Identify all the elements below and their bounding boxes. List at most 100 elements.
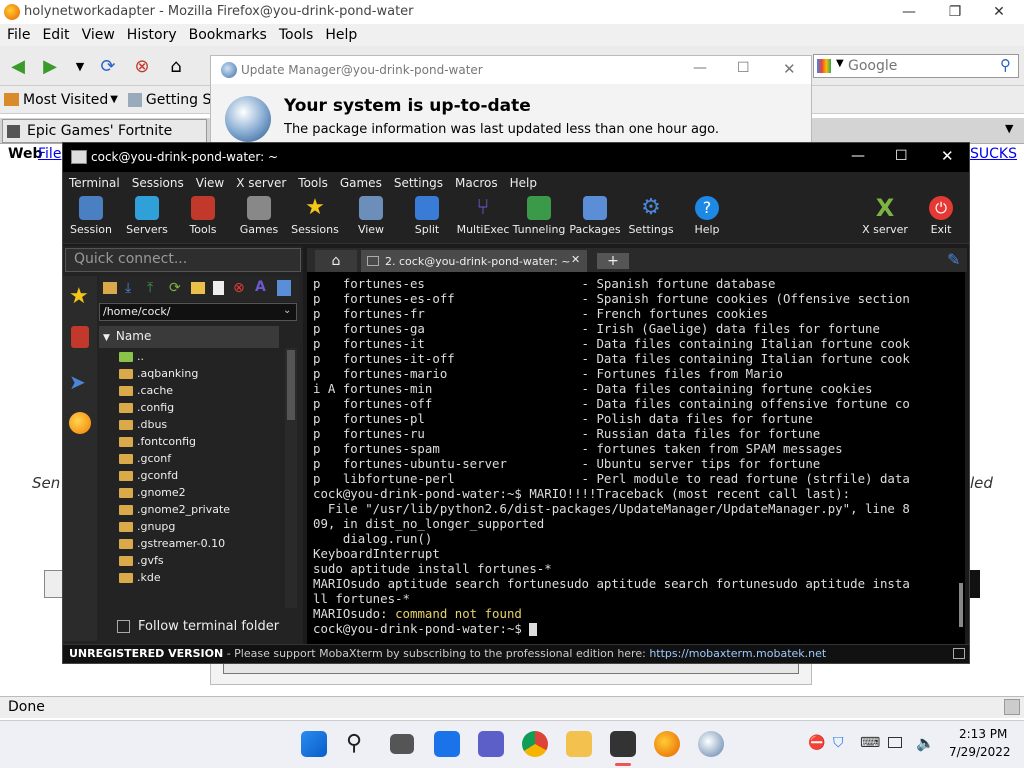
new-folder-icon[interactable] — [191, 282, 205, 294]
close-icon[interactable]: ✕ — [941, 147, 954, 165]
rename-icon[interactable]: A — [255, 279, 266, 295]
menu-edit[interactable]: Edit — [42, 27, 69, 43]
tool-games-button[interactable]: Games — [231, 196, 287, 242]
widgets-icon[interactable] — [434, 731, 460, 757]
close-icon[interactable]: ✕ — [976, 0, 1022, 24]
tab-epic-games[interactable]: Epic Games' Fortnite — [2, 119, 207, 143]
tool-servers-button[interactable]: Servers — [119, 196, 175, 242]
search-icon[interactable]: ⚲ — [1000, 56, 1011, 74]
maximize-icon[interactable]: ☐ — [895, 148, 908, 164]
mobatek-link[interactable]: https://mobaxterm.mobatek.net — [649, 647, 826, 660]
bookmark-most-visited[interactable]: Most Visited ▼ — [4, 92, 118, 108]
tool-help-button[interactable]: ? Help — [679, 196, 735, 242]
file-list-item[interactable]: .kde — [99, 569, 281, 586]
file-list-item[interactable]: .config — [99, 399, 281, 416]
sessions-star-icon[interactable]: ★ — [69, 284, 89, 309]
search-input[interactable] — [848, 56, 994, 76]
menu-view[interactable]: View — [82, 27, 115, 43]
tool-split-button[interactable]: Split — [399, 196, 455, 242]
tool-sessions-button[interactable]: ★ Sessions — [287, 196, 343, 242]
terminal-tab[interactable]: 2. cock@you-drink-pond-water: ~ ✕ — [361, 250, 587, 272]
tool-packages-button[interactable]: Packages — [567, 196, 623, 242]
search-box[interactable]: ▼ ⚲ — [813, 54, 1019, 78]
file-list-item[interactable]: .gnome2_private — [99, 501, 281, 518]
tool-exit-button[interactable]: ⏻ Exit — [913, 196, 969, 242]
menu-tools[interactable]: Tools — [279, 27, 314, 43]
tab-list-icon[interactable]: ▼ — [1005, 122, 1013, 135]
menu-bookmarks[interactable]: Bookmarks — [189, 27, 267, 43]
menu-games[interactable]: Games — [340, 176, 382, 190]
menu-history[interactable]: History — [127, 27, 177, 43]
file-list-item[interactable]: .gstreamer-0.10 — [99, 535, 281, 552]
tool-multiexec-button[interactable]: ⑂ MultiExec — [455, 196, 511, 242]
home-tab[interactable]: ⌂ — [315, 250, 357, 272]
tab-close-icon[interactable]: ✕ — [571, 253, 580, 266]
menu-x-server[interactable]: X server — [236, 176, 286, 190]
minimize-icon[interactable]: — — [693, 60, 707, 76]
clock-date[interactable]: 7/29/2022 — [949, 745, 1011, 759]
file-list-item[interactable]: .fontconfig — [99, 433, 281, 450]
menu-sessions[interactable]: Sessions — [132, 176, 184, 190]
home-icon[interactable]: ⌂ — [164, 54, 188, 78]
path-input[interactable]: /home/cock/ — [99, 303, 297, 321]
download-icon[interactable]: ⤓ — [125, 280, 131, 296]
tool-session-button[interactable]: Session — [63, 196, 119, 242]
file-explorer-icon[interactable] — [566, 731, 592, 757]
quick-connect-input[interactable]: Quick connect... — [65, 248, 301, 272]
security-shield-icon[interactable]: ⛉ — [833, 735, 844, 751]
close-icon[interactable]: ✕ — [783, 60, 796, 78]
tool-xserver-button[interactable]: XX server — [857, 196, 913, 242]
monitor-icon[interactable] — [888, 737, 902, 748]
file-list-item[interactable]: .. — [99, 348, 281, 365]
start-windows-icon[interactable] — [301, 731, 327, 757]
refresh-icon[interactable]: ⟳ — [169, 280, 181, 296]
checkbox-box[interactable] — [117, 619, 130, 633]
mobaxterm-taskbar-icon[interactable] — [610, 731, 636, 757]
maximize-icon[interactable]: ❐ — [932, 0, 978, 24]
minimize-icon[interactable]: — — [851, 148, 865, 164]
tool-tools-button[interactable]: Tools — [175, 196, 231, 242]
menu-view[interactable]: View — [196, 176, 224, 190]
maximize-icon[interactable]: ☐ — [737, 60, 750, 76]
clock-time[interactable]: 2:13 PM — [959, 727, 1007, 741]
sftp-tab-icon[interactable] — [69, 412, 91, 434]
tools-tab-icon[interactable] — [71, 326, 89, 348]
bookmark-getting-started[interactable]: Getting St — [127, 92, 217, 108]
menu-terminal[interactable]: Terminal — [69, 176, 120, 190]
file-list-item[interactable]: .gnome2 — [99, 484, 281, 501]
menu-file[interactable]: File — [7, 27, 30, 43]
file-list-item[interactable]: .dbus — [99, 416, 281, 433]
history-dropdown-icon[interactable]: ▼ — [68, 54, 92, 78]
network-off-icon[interactable]: ⛔ — [808, 735, 825, 751]
file-list-item[interactable]: .aqbanking — [99, 365, 281, 382]
tool-view-button[interactable]: View — [343, 196, 399, 242]
menu-tools[interactable]: Tools — [298, 176, 328, 190]
chrome-icon[interactable] — [522, 731, 548, 757]
menu-macros[interactable]: Macros — [455, 176, 498, 190]
menu-settings[interactable]: Settings — [394, 176, 443, 190]
task-view-icon[interactable] — [390, 734, 414, 754]
new-file-icon[interactable] — [213, 281, 224, 295]
file-list-item[interactable]: .gvfs — [99, 552, 281, 569]
file-list-item[interactable]: .cache — [99, 382, 281, 399]
folder-up-icon[interactable] — [103, 282, 117, 294]
follow-folder-checkbox[interactable]: Follow terminal folder — [99, 616, 299, 636]
file-list-item[interactable]: .gconf — [99, 450, 281, 467]
volume-icon[interactable]: 🔈 — [916, 734, 935, 752]
terminal-scrollbar[interactable] — [959, 583, 963, 627]
google-engine-icon[interactable] — [817, 59, 831, 73]
engine-dropdown-icon[interactable]: ▼ — [836, 58, 844, 69]
delete-icon[interactable]: ⊗ — [233, 280, 245, 296]
page-file-link[interactable]: File — [38, 146, 61, 162]
file-list-item[interactable]: .gnupg — [99, 518, 281, 535]
terminal-output[interactable]: p fortunes-es - Spanish fortune database… — [307, 272, 965, 644]
file-column-header[interactable]: ▼ Name — [99, 326, 279, 348]
tool-settings-button[interactable]: ⚙ Settings — [623, 196, 679, 242]
file-list-item[interactable]: .gconfd — [99, 467, 281, 484]
page-sucks-link[interactable]: SUCKS — [970, 146, 1017, 162]
upload-icon[interactable]: ⤒ — [147, 280, 153, 296]
file-list-scrollbar[interactable] — [285, 348, 297, 608]
attachment-icon[interactable]: ✎ — [947, 250, 960, 269]
menu-help[interactable]: Help — [325, 27, 357, 43]
tool-tunneling-button[interactable]: Tunneling — [511, 196, 567, 242]
